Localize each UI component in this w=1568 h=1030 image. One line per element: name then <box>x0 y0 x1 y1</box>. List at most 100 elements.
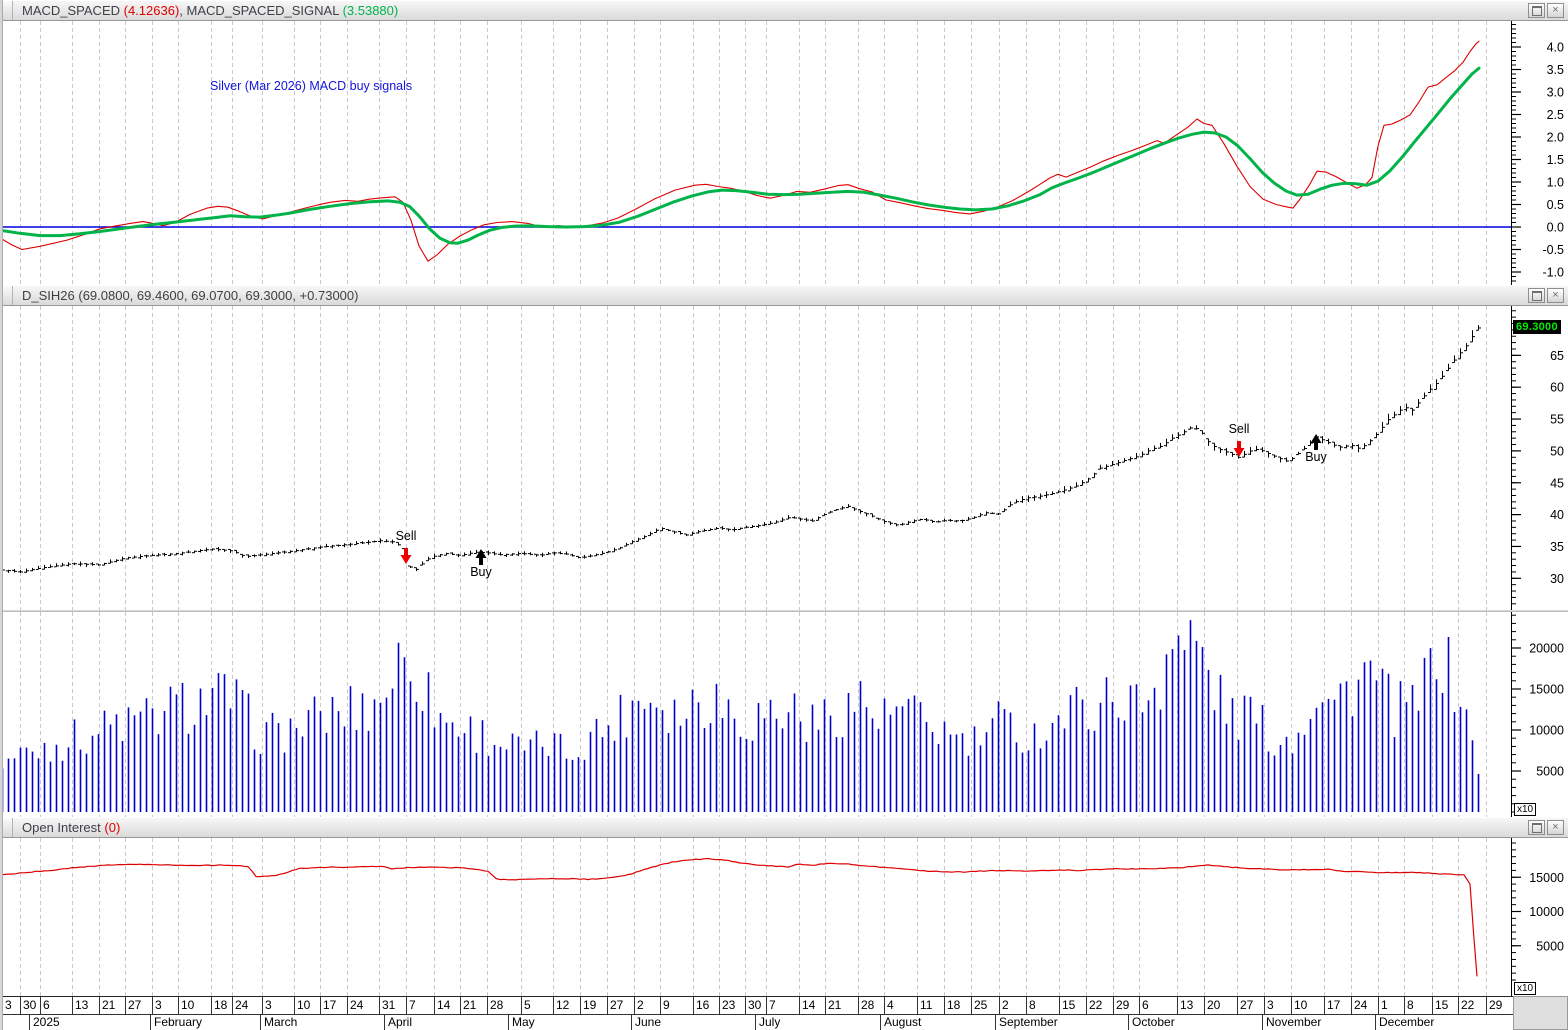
svg-text:Sell: Sell <box>396 529 417 543</box>
open-interest-plot <box>0 838 1511 996</box>
day-tick-label: 14 <box>437 998 450 1012</box>
restore-button[interactable] <box>1528 3 1545 18</box>
day-tick-label: 10 <box>297 998 310 1012</box>
open-interest-titlebar[interactable]: Open Interest (0) × <box>0 817 1568 838</box>
svg-text:3.5: 3.5 <box>1547 63 1564 77</box>
svg-text:40: 40 <box>1550 508 1564 522</box>
window-left-border <box>0 0 3 1030</box>
svg-text:15000: 15000 <box>1529 683 1564 697</box>
macd-panel-titlebar[interactable]: MACD_SPACED (4.12636), MACD_SPACED_SIGNA… <box>0 0 1568 21</box>
close-button[interactable]: × <box>1547 288 1564 303</box>
day-tick-label: 12 <box>556 998 569 1012</box>
svg-text:4.0: 4.0 <box>1547 41 1564 55</box>
day-tick-label: 24 <box>235 998 248 1012</box>
day-tick-label: 22 <box>1089 998 1102 1012</box>
day-tick-label: 8 <box>1407 998 1414 1012</box>
svg-text:35: 35 <box>1550 540 1564 554</box>
close-icon: × <box>1552 822 1558 833</box>
chart-window: MACD_SPACED (4.12636), MACD_SPACED_SIGNA… <box>0 0 1568 1030</box>
day-tick-label: 2 <box>637 998 644 1012</box>
day-tick-label: 27 <box>1240 998 1253 1012</box>
close-button[interactable]: × <box>1547 820 1564 835</box>
month-label: August <box>884 1015 921 1029</box>
day-tick-label: 21 <box>828 998 841 1012</box>
svg-text:Sell: Sell <box>1229 422 1250 436</box>
day-tick-label: 3 <box>1267 998 1274 1012</box>
svg-text:20000: 20000 <box>1529 642 1564 656</box>
open-interest-title: Open Interest (0) <box>13 820 120 835</box>
day-tick-label: 21 <box>102 998 115 1012</box>
month-label: June <box>635 1015 661 1029</box>
day-tick-label: 5 <box>524 998 531 1012</box>
day-tick-label: 3 <box>265 998 272 1012</box>
day-tick-label: 29 <box>1489 998 1502 1012</box>
day-tick-label: 19 <box>583 998 596 1012</box>
volume-multiplier-label: x10 <box>1514 803 1536 816</box>
day-tick-label: 15 <box>1062 998 1075 1012</box>
close-icon: × <box>1552 5 1558 16</box>
day-tick-label: 22 <box>1461 998 1474 1012</box>
svg-text:65: 65 <box>1550 349 1564 363</box>
svg-text:30: 30 <box>1550 572 1564 586</box>
day-tick-label: 1 <box>1381 998 1388 1012</box>
price-y-axis: 6560555045403530 69.3000 <box>1511 306 1568 610</box>
svg-text:2.0: 2.0 <box>1547 131 1564 145</box>
restore-icon <box>1532 6 1542 16</box>
svg-text:5000: 5000 <box>1536 939 1564 953</box>
close-button[interactable]: × <box>1547 3 1564 18</box>
day-tick-label: 13 <box>1180 998 1193 1012</box>
day-tick-label: 24 <box>350 998 363 1012</box>
volume-y-axis: 2000015000100005000 x10 <box>1511 612 1568 817</box>
month-label: May <box>512 1015 535 1029</box>
svg-text:50: 50 <box>1550 444 1564 458</box>
restore-icon <box>1532 291 1542 301</box>
restore-button[interactable] <box>1528 820 1545 835</box>
day-tick-label: 17 <box>1327 998 1340 1012</box>
restore-icon <box>1532 823 1542 833</box>
month-label: September <box>999 1015 1058 1029</box>
price-plot: SellBuySellBuy <box>0 306 1511 610</box>
month-label: October <box>1132 1015 1175 1029</box>
day-tick-label: 8 <box>1029 998 1036 1012</box>
month-label: 2025 <box>33 1015 60 1029</box>
svg-text:55: 55 <box>1550 413 1564 427</box>
month-label: July <box>759 1015 780 1029</box>
day-tick-label: 27 <box>610 998 623 1012</box>
svg-text:10000: 10000 <box>1529 905 1564 919</box>
month-label: December <box>1379 1015 1434 1029</box>
last-price-badge: 69.3000 <box>1513 320 1561 334</box>
restore-button[interactable] <box>1528 288 1545 303</box>
chart-annotation: Silver (Mar 2026) MACD buy signals <box>210 79 412 93</box>
day-tick-label: 14 <box>802 998 815 1012</box>
day-tick-label: 3 <box>155 998 162 1012</box>
month-label: February <box>154 1015 202 1029</box>
day-tick-label: 4 <box>887 998 894 1012</box>
day-tick-label: 11 <box>920 998 932 1012</box>
day-tick-label: 15 <box>1435 998 1448 1012</box>
macd-panel-title: MACD_SPACED (4.12636), MACD_SPACED_SIGNA… <box>13 3 398 18</box>
svg-text:15000: 15000 <box>1529 871 1564 885</box>
day-tick-label: 30 <box>748 998 761 1012</box>
macd-plot <box>0 21 1511 285</box>
day-tick-label: 3 <box>5 998 12 1012</box>
svg-text:-0.5: -0.5 <box>1542 243 1564 257</box>
svg-text:10000: 10000 <box>1529 724 1564 738</box>
day-tick-label: 7 <box>769 998 776 1012</box>
day-tick-label: 2 <box>1002 998 1009 1012</box>
close-icon: × <box>1552 290 1558 301</box>
day-tick-label: 24 <box>1354 998 1367 1012</box>
x-axis: 3306132127310182431017243171421285121927… <box>0 996 1513 1030</box>
day-tick-label: 30 <box>23 998 36 1012</box>
day-tick-label: 31 <box>382 998 395 1012</box>
price-panel-titlebar[interactable]: D_SIH26 (69.0800, 69.4600, 69.0700, 69.3… <box>0 285 1568 306</box>
day-tick-label: 10 <box>181 998 194 1012</box>
day-tick-label: 28 <box>861 998 874 1012</box>
month-label: April <box>388 1015 412 1029</box>
day-tick-label: 29 <box>1116 998 1129 1012</box>
open-interest-y-axis: 15000100005000 x10 <box>1511 838 1568 996</box>
svg-text:2.5: 2.5 <box>1547 108 1564 122</box>
volume-plot <box>0 612 1511 817</box>
day-tick-label: 21 <box>463 998 476 1012</box>
panel-splitter[interactable] <box>0 610 1568 612</box>
day-tick-label: 6 <box>1142 998 1149 1012</box>
